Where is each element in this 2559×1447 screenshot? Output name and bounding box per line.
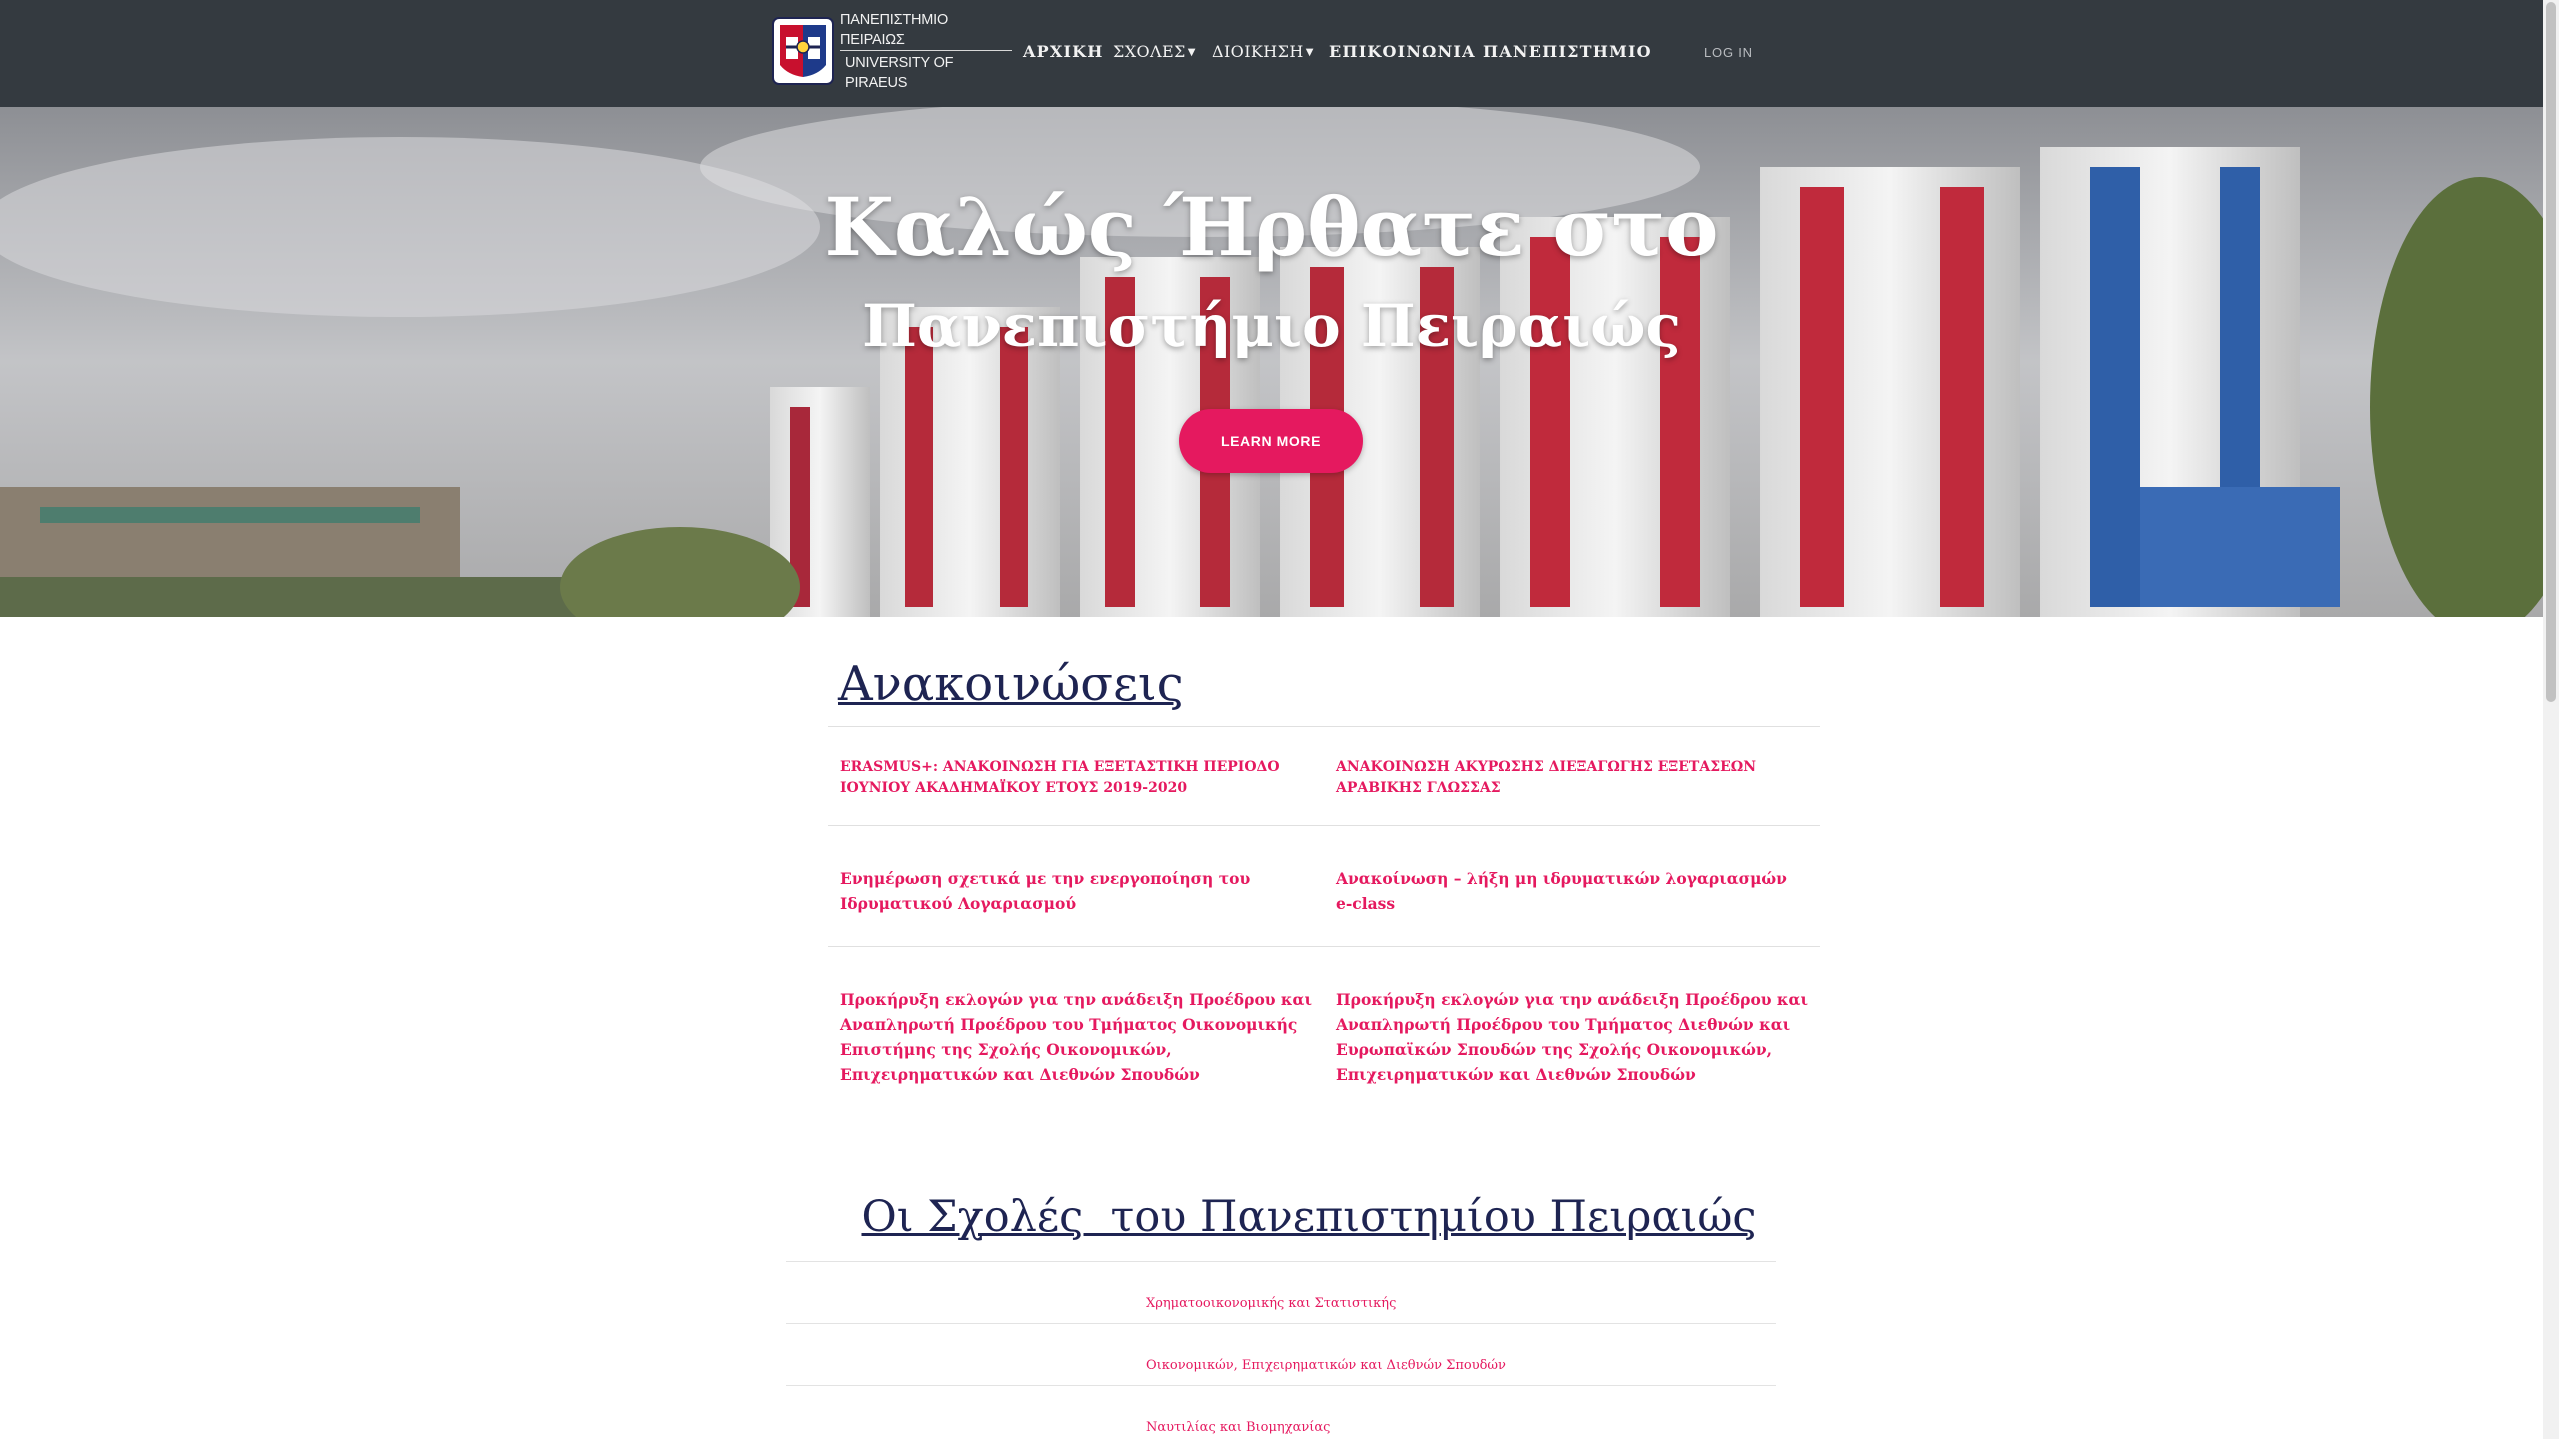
schools-list: Χρηματοοικονομικής και Στατιστικής Οικον… [786,1261,1776,1447]
school-link[interactable]: Χρηματοοικονομικής και Στατιστικής [786,1261,1776,1323]
hero-title-line1: Καλώς Ήρθατε στο [824,180,1719,274]
announcement-link[interactable]: Προκήρυξη εκλογών για την ανάδειξη Προέδ… [1324,947,1820,1111]
nav-contact[interactable]: ΕΠΙΚΟΙΝΩΝΙΑ [1329,42,1476,61]
announcements-heading: Ανακοινώσεις [838,656,1184,712]
nav-contact-label: ΕΠΙΚΟΙΝΩΝΙΑ [1329,42,1476,61]
nav-home-label: ΑΡΧΙΚΗ [1023,42,1104,61]
nav-university-label: ΠΑΝΕΠΙΣΤΗΜΙΟ [1483,42,1652,61]
nav-schools-label: ΣΧΟΛΕΣ [1113,42,1186,61]
announcement-link[interactable]: Προκήρυξη εκλογών για την ανάδειξη Προέδ… [828,947,1324,1111]
announcement-row: Προκήρυξη εκλογών για την ανάδειξη Προέδ… [828,947,1820,1111]
hero-title-line2: Πανεπιστήμιο Πειραιώς [862,292,1681,360]
nav-administration-label: ΔΙΟΙΚΗΣΗ [1212,42,1304,61]
announcement-link[interactable]: ERASMUS+: ΑΝΑΚΟΙΝΩΣΗ ΓΙΑ ΕΞΕΤΑΣΤΙΚΗ ΠΕΡΙ… [828,727,1324,825]
nav-administration-dropdown[interactable]: ΔΙΟΙΚΗΣΗ ▼ [1212,42,1314,61]
school-link[interactable]: Οικονομικών, Επιχειρηματικών και Διεθνών… [786,1323,1776,1385]
announcement-link[interactable]: Ανακοίνωση – λήξη μη ιδρυματικών λογαρια… [1324,826,1820,946]
university-crest-icon [772,17,834,85]
learn-more-button[interactable]: LEARN MORE [1179,409,1363,473]
school-link[interactable]: Ναυτιλίας και Βιομηχανίας [786,1385,1776,1447]
caret-down-icon: ▼ [1305,47,1314,58]
announcement-row: ERASMUS+: ΑΝΑΚΟΙΝΩΣΗ ΓΙΑ ΕΞΕΤΑΣΤΙΚΗ ΠΕΡΙ… [828,727,1820,826]
logo-line-greek: ΠΑΝΕΠΙΣΤΗΜΙΟ ΠΕΙΡΑΙΩΣ [840,11,949,48]
announcements-grid: ERASMUS+: ΑΝΑΚΟΙΝΩΣΗ ΓΙΑ ΕΞΕΤΑΣΤΙΚΗ ΠΕΡΙ… [828,726,1820,1111]
schools-heading: Οι Σχολές του Πανεπιστημίου Πειραιώς [861,1192,1757,1242]
top-navbar: ΠΑΝΕΠΙΣΤΗΜΙΟ ΠΕΙΡΑΙΩΣ UNIVERSITY OF PIRA… [0,0,2543,107]
announcement-link[interactable]: ΑΝΑΚΟΙΝΩΣΗ ΑΚΥΡΩΣΗΣ ΔΙΕΞΑΓΩΓΗΣ ΕΞΕΤΑΣΕΩΝ… [1324,727,1820,825]
nav-schools-dropdown[interactable]: ΣΧΟΛΕΣ ▼ [1113,42,1196,61]
nav-university[interactable]: ΠΑΝΕΠΙΣΤΗΜΙΟ [1483,42,1652,61]
university-logo[interactable]: ΠΑΝΕΠΙΣΤΗΜΙΟ ΠΕΙΡΑΙΩΣ UNIVERSITY OF PIRA… [772,12,1012,91]
caret-down-icon: ▼ [1187,47,1196,58]
logo-line-english: UNIVERSITY OF PIRAEUS [840,49,1012,93]
scrollbar-thumb[interactable] [2546,2,2556,702]
nav-home[interactable]: ΑΡΧΙΚΗ [1023,42,1104,61]
page-scrollbar[interactable] [2543,0,2559,1439]
hero-banner: Καλώς Ήρθατε στο Πανεπιστήμιο Πειραιώς L… [0,107,2543,617]
login-link[interactable]: LOG IN [1704,45,1753,60]
announcement-link[interactable]: Ενημέρωση σχετικά με την ενεργοποίηση το… [828,826,1324,946]
announcement-row: Ενημέρωση σχετικά με την ενεργοποίηση το… [828,826,1820,947]
